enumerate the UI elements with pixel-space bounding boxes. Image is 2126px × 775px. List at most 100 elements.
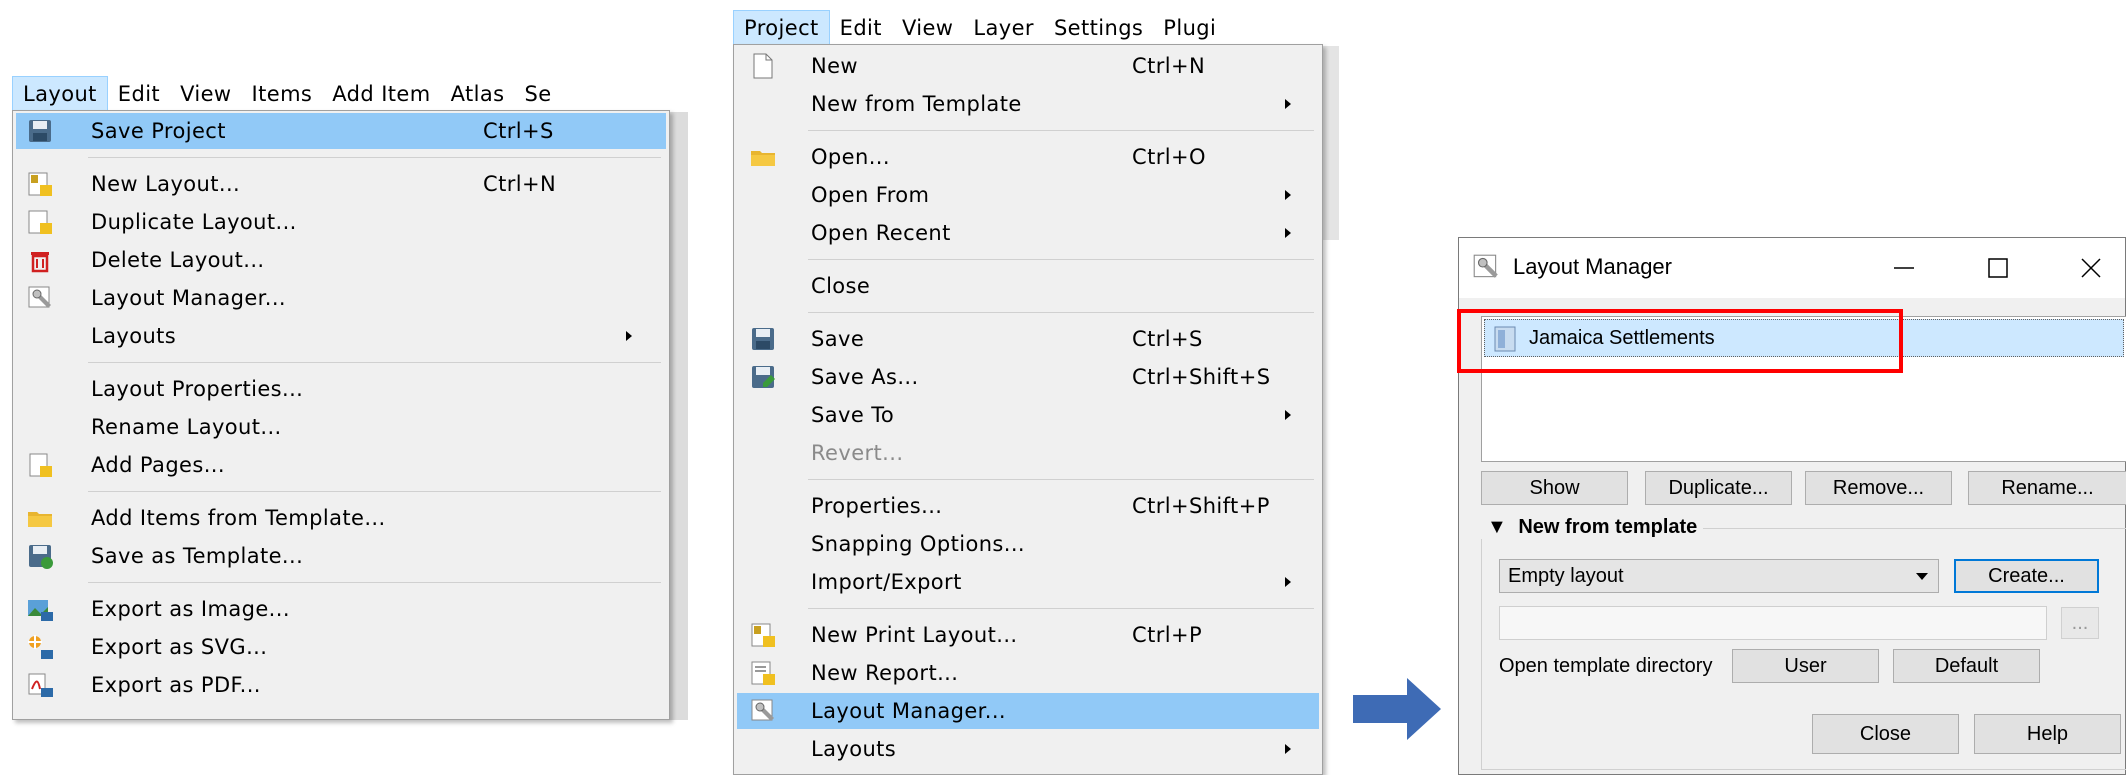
menu-item-snapping-options[interactable]: Snapping Options...: [737, 526, 1319, 562]
menu-item-add-items-from-template[interactable]: Add Items from Template...: [16, 500, 666, 536]
menu-item-open-recent[interactable]: Open Recent: [737, 215, 1319, 251]
help-button[interactable]: Help: [1974, 714, 2121, 754]
menubar-item-items[interactable]: Items: [242, 76, 323, 112]
menu-item-save-project[interactable]: Save Project Ctrl+S: [16, 113, 666, 149]
menu-item-properties[interactable]: Properties... Ctrl+Shift+P: [737, 488, 1319, 524]
menu-item-export-svg[interactable]: Export as SVG...: [16, 629, 666, 665]
background-window-strip: [1322, 46, 1339, 240]
menubar-item-add-item[interactable]: Add Item: [322, 76, 440, 112]
create-button[interactable]: Create...: [1954, 559, 2099, 593]
menubar-item-layer[interactable]: Layer: [963, 10, 1044, 46]
menu-item-save-as-template[interactable]: Save as Template...: [16, 538, 666, 574]
menu-separator: [808, 130, 1314, 131]
close-button[interactable]: Close: [1812, 714, 1959, 754]
menu-item-new-print-layout[interactable]: New Print Layout... Ctrl+P: [737, 617, 1319, 653]
dialog-title: Layout Manager: [1513, 254, 1672, 279]
folder-icon: [751, 151, 775, 166]
menu-item-rename-layout[interactable]: Rename Layout...: [16, 409, 666, 445]
project-menubar: Project Edit View Layer Settings Plugi: [733, 10, 1339, 47]
menubar-item-project[interactable]: Project: [733, 10, 830, 46]
menu-item-layouts[interactable]: Layouts: [16, 318, 666, 354]
menu-item-label: Layout Manager...: [91, 286, 287, 310]
submenu-arrow-icon: [1285, 190, 1291, 200]
menu-item-shortcut: Ctrl+N: [1132, 54, 1206, 78]
delete-layout-icon: [31, 252, 49, 273]
menu-item-label: New Report...: [811, 661, 959, 685]
menu-item-shortcut: Ctrl+N: [483, 172, 557, 196]
menu-item-shortcut: Ctrl+S: [483, 119, 554, 143]
menu-separator: [808, 479, 1314, 480]
rename-button[interactable]: Rename...: [1968, 471, 2126, 505]
menu-item-save-to[interactable]: Save To: [737, 397, 1319, 433]
menu-item-save-as[interactable]: Save As... Ctrl+Shift+S: [737, 359, 1319, 395]
add-pages-icon: [29, 453, 52, 477]
menu-item-label: New Print Layout...: [811, 623, 1018, 647]
menu-item-label: Layout Properties...: [91, 377, 304, 401]
menubar-item-settings[interactable]: Settings: [1044, 10, 1153, 46]
menu-item-open[interactable]: Open... Ctrl+O: [737, 139, 1319, 175]
menu-item-label: Open Recent: [811, 221, 951, 245]
menu-item-new-report[interactable]: New Report...: [737, 655, 1319, 691]
menu-item-label: Save as Template...: [91, 544, 304, 568]
menu-item-delete-layout[interactable]: Delete Layout...: [16, 242, 666, 278]
layout-manager-icon: [28, 286, 51, 308]
background-window-strip: [668, 112, 688, 720]
menu-item-revert[interactable]: Revert...: [737, 435, 1319, 471]
show-button[interactable]: Show: [1481, 471, 1628, 505]
menu-item-add-pages[interactable]: Add Pages...: [16, 447, 666, 483]
remove-button[interactable]: Remove...: [1805, 471, 1952, 505]
layout-menubar: Layout Edit View Items Add Item Atlas Se: [12, 76, 688, 113]
menu-separator: [808, 608, 1314, 609]
menu-item-duplicate-layout[interactable]: Duplicate Layout...: [16, 204, 666, 240]
menu-item-label: Layouts: [811, 737, 897, 761]
menu-item-label: Duplicate Layout...: [91, 210, 297, 234]
menu-item-label: Close: [811, 274, 871, 298]
menu-item-shortcut: Ctrl+S: [1132, 327, 1203, 351]
menubar-item-plugins[interactable]: Plugi: [1153, 10, 1226, 46]
menu-item-new[interactable]: New Ctrl+N: [737, 48, 1319, 84]
menubar-item-layout[interactable]: Layout: [12, 76, 108, 112]
menu-item-label: Delete Layout...: [91, 248, 265, 272]
menu-item-label: Save To: [811, 403, 895, 427]
menu-item-label: Save Project: [91, 119, 226, 143]
submenu-arrow-icon: [1285, 228, 1291, 238]
menu-item-new-layout[interactable]: New Layout... Ctrl+N: [16, 166, 666, 202]
menubar-item-atlas[interactable]: Atlas: [441, 76, 515, 112]
menubar-item-view[interactable]: View: [892, 10, 963, 46]
menu-item-shortcut: Ctrl+O: [1132, 145, 1206, 169]
menu-item-open-from[interactable]: Open From: [737, 177, 1319, 213]
save-icon: [752, 328, 774, 350]
menubar-item-view[interactable]: View: [170, 76, 241, 112]
close-icon[interactable]: [2078, 255, 2104, 281]
menu-item-layout-manager[interactable]: Layout Manager...: [16, 280, 666, 316]
browse-button[interactable]: ...: [2061, 607, 2099, 639]
user-button[interactable]: User: [1732, 649, 1879, 683]
menu-item-save[interactable]: Save Ctrl+S: [737, 321, 1319, 357]
menu-item-export-pdf[interactable]: Export as PDF...: [16, 667, 666, 703]
dropdown-arrow-icon: [1916, 573, 1928, 580]
menu-item-label: Save: [811, 327, 865, 351]
menu-item-export-image[interactable]: Export as Image...: [16, 591, 666, 627]
menu-separator: [88, 157, 661, 158]
collapse-triangle-icon: ▼: [1487, 516, 1507, 538]
duplicate-button[interactable]: Duplicate...: [1645, 471, 1792, 505]
menubar-item-edit[interactable]: Edit: [830, 10, 892, 46]
minimize-icon[interactable]: [1891, 255, 1917, 281]
menu-item-layout-properties[interactable]: Layout Properties...: [16, 371, 666, 407]
menu-item-import-export[interactable]: Import/Export: [737, 564, 1319, 600]
default-button[interactable]: Default: [1893, 649, 2040, 683]
menubar-item-edit[interactable]: Edit: [108, 76, 170, 112]
menu-item-layout-manager[interactable]: Layout Manager...: [737, 693, 1319, 729]
template-path-field[interactable]: [1499, 606, 2047, 640]
menu-item-shortcut: Ctrl+Shift+S: [1132, 365, 1271, 389]
section-header[interactable]: ▼ New from template: [1481, 516, 1704, 539]
menu-item-new-from-template[interactable]: New from Template: [737, 86, 1319, 122]
layout-manager-icon: [751, 699, 774, 721]
menubar-item-settings[interactable]: Se: [514, 76, 561, 112]
template-select[interactable]: Empty layout: [1499, 559, 1939, 593]
menu-item-layouts[interactable]: Layouts: [737, 731, 1319, 767]
maximize-icon[interactable]: [1985, 255, 2011, 281]
layout-manager-icon: [1473, 254, 1498, 278]
menu-item-label: Export as Image...: [91, 597, 290, 621]
menu-item-close[interactable]: Close: [737, 268, 1319, 304]
